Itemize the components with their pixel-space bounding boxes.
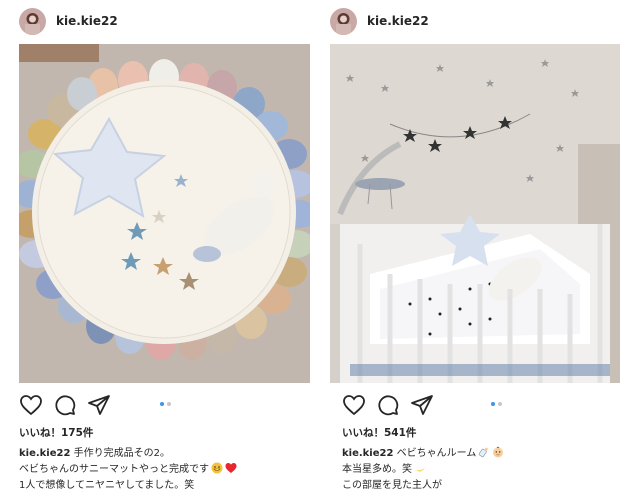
caption-line-2: 本当星多め。笑 <box>342 460 426 477</box>
carousel-dot <box>498 402 502 406</box>
caption-text: 1人で想像してニヤニヤしてました。笑 <box>19 480 195 491</box>
post-header: kie.kie22 <box>330 6 630 36</box>
caption-text: ベビちゃんルーム <box>396 448 477 459</box>
share-icon[interactable] <box>87 393 111 417</box>
post-left: kie.kie22 いいね！175件 kie.kie22 手作り完成品その2。 … <box>19 0 319 491</box>
carousel-indicator <box>160 402 171 406</box>
likes-count[interactable]: いいね！541件 <box>342 425 416 440</box>
caption-line-1: kie.kie22 手作り完成品その2。 <box>19 444 170 459</box>
heart-icon[interactable] <box>342 393 366 417</box>
comment-icon[interactable] <box>53 393 77 417</box>
carousel-dot-active <box>491 402 495 406</box>
carousel-dot <box>167 402 171 406</box>
caption-line-1: kie.kie22 ベビちゃんルーム <box>342 444 504 461</box>
baby-bottle-emoji-icon <box>478 446 490 461</box>
username[interactable]: kie.kie22 <box>56 14 118 28</box>
crescent-moon-emoji-icon <box>414 462 426 477</box>
likes-count[interactable]: いいね！175件 <box>19 425 93 440</box>
username[interactable]: kie.kie22 <box>367 14 429 28</box>
caption-username[interactable]: kie.kie22 <box>342 448 393 459</box>
grin-emoji-icon <box>211 462 223 477</box>
action-bar <box>19 393 309 417</box>
caption-text: この部屋を見た主人が <box>342 480 442 491</box>
caption-line-3: 1人で想像してニヤニヤしてました。笑 <box>19 476 194 491</box>
caption-line-3: この部屋を見た主人が <box>342 476 442 491</box>
carousel-dot-active <box>160 402 164 406</box>
caption-text: 手作り完成品その2。 <box>73 448 170 459</box>
action-bar <box>330 393 620 417</box>
avatar[interactable] <box>330 7 357 35</box>
caption-text: 本当星多め。笑 <box>342 464 412 475</box>
heart-emoji-icon <box>225 462 237 477</box>
caption-text: ベビちゃんのサニーマットやっと完成です <box>19 464 209 475</box>
post-header: kie.kie22 <box>19 6 319 36</box>
post-photo[interactable] <box>19 44 310 383</box>
avatar[interactable] <box>19 7 46 35</box>
baby-face-emoji-icon <box>492 446 504 461</box>
comment-icon[interactable] <box>376 393 400 417</box>
post-photo[interactable] <box>330 44 620 383</box>
carousel-indicator <box>491 402 502 406</box>
heart-icon[interactable] <box>19 393 43 417</box>
share-icon[interactable] <box>410 393 434 417</box>
caption-username[interactable]: kie.kie22 <box>19 448 70 459</box>
caption-line-2: ベビちゃんのサニーマットやっと完成です <box>19 460 237 477</box>
post-right: kie.kie22 いいね！541件 kie.kie22 ベビちゃんルーム 本当… <box>330 0 630 491</box>
